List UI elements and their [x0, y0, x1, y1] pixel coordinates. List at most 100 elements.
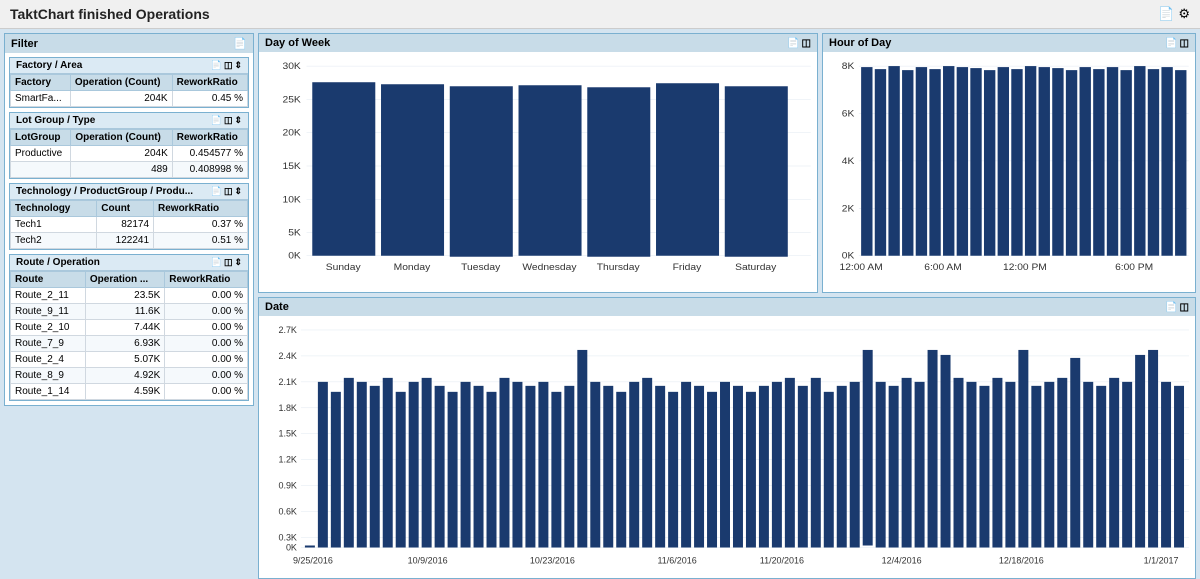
svg-text:6K: 6K [842, 109, 855, 119]
table-row[interactable]: Route_8_9 4.92K 0.00 % [11, 368, 248, 384]
route-ratio-cell: 0.00 % [165, 320, 248, 336]
hod-bar-6 [943, 66, 954, 256]
route-scroll-area[interactable]: Route Operation ... ReworkRatio Route_2_… [10, 271, 248, 400]
factory-area-table: Factory Operation (Count) ReworkRatio Sm… [10, 74, 248, 107]
svg-text:Monday: Monday [394, 262, 431, 272]
route-op-cell: 23.5K [85, 288, 164, 304]
date-bar-66 [1161, 382, 1171, 548]
route-filter-icon[interactable]: ◫ [224, 257, 233, 268]
table-row[interactable]: 489 0.408998 % [11, 162, 248, 178]
table-row[interactable]: Route_7_9 6.93K 0.00 % [11, 336, 248, 352]
date-bar-57 [1044, 382, 1054, 548]
export-icon[interactable]: 📄 [1158, 6, 1174, 22]
day-of-week-panel: Day of Week 📄 ◫ [258, 33, 818, 293]
svg-text:12:00 AM: 12:00 AM [840, 262, 883, 272]
tech-cell: Tech2 [11, 233, 97, 249]
factory-filter-icon[interactable]: ◫ [224, 60, 233, 71]
lot-col-ratio: ReworkRatio [172, 130, 247, 146]
svg-text:Tuesday: Tuesday [461, 262, 500, 272]
table-row[interactable]: Route_2_4 5.07K 0.00 % [11, 352, 248, 368]
svg-text:0.3K: 0.3K [278, 533, 296, 543]
dow-bar-wednesday [519, 85, 582, 255]
date-bar-65 [1148, 350, 1158, 548]
hod-bar-1 [875, 69, 886, 256]
date-export-icon[interactable]: 📄 [1165, 302, 1177, 313]
hod-bar-16 [1080, 67, 1091, 256]
date-bar-46 [902, 378, 912, 548]
date-bar-15 [499, 378, 509, 548]
lot-sort-icon[interactable]: ⇕ [234, 115, 242, 126]
route-sort-icon[interactable]: ⇕ [234, 257, 242, 268]
hod-bar-7 [957, 67, 968, 256]
right-panels: Day of Week 📄 ◫ [258, 33, 1196, 570]
day-of-week-label: Day of Week [265, 37, 330, 49]
tech-filter-icon[interactable]: ◫ [224, 186, 233, 197]
hour-of-day-panel: Hour of Day 📄 ◫ 8K [822, 33, 1196, 293]
route-ratio-cell: 0.00 % [165, 352, 248, 368]
tech-col-tech: Technology [11, 201, 97, 217]
technology-icons: 📄 ◫ ⇕ [211, 186, 242, 197]
settings-icon[interactable]: ⚙ [1178, 6, 1190, 22]
svg-text:10/23/2016: 10/23/2016 [530, 555, 575, 565]
date-bar-6 [383, 378, 393, 548]
factory-area-header: Factory / Area 📄 ◫ ⇕ [10, 58, 248, 74]
lot-col-group: LotGroup [11, 130, 71, 146]
lot-group-icons: 📄 ◫ ⇕ [211, 115, 242, 126]
table-row[interactable]: SmartFa... 204K 0.45 % [11, 91, 248, 107]
route-cell: Route_2_10 [11, 320, 86, 336]
factory-export-icon[interactable]: 📄 [211, 60, 222, 71]
tech-export-icon[interactable]: 📄 [211, 186, 222, 197]
date-header-icons: 📄 ◫ [1165, 302, 1189, 313]
dow-export-icon[interactable]: 📄 [787, 38, 799, 49]
route-op-cell: 11.6K [85, 304, 164, 320]
factory-cell: SmartFa... [11, 91, 71, 107]
date-filter-icon[interactable]: ◫ [1180, 302, 1189, 313]
date-bar-32 [720, 382, 730, 548]
dow-bar-tuesday [450, 86, 513, 256]
svg-text:11/6/2016: 11/6/2016 [657, 555, 696, 565]
date-bar-45 [889, 386, 899, 548]
svg-text:8K: 8K [842, 62, 855, 72]
table-row[interactable]: Route_2_11 23.5K 0.00 % [11, 288, 248, 304]
svg-text:12/18/2016: 12/18/2016 [999, 555, 1044, 565]
date-bar-37 [785, 378, 795, 548]
factory-sort-icon[interactable]: ⇕ [234, 60, 242, 71]
date-bar-63 [1122, 382, 1132, 548]
table-row[interactable]: Route_2_10 7.44K 0.00 % [11, 320, 248, 336]
table-row[interactable]: Route_1_14 4.59K 0.00 % [11, 384, 248, 400]
lot-export-icon[interactable]: 📄 [211, 115, 222, 126]
hod-bar-4 [916, 67, 927, 256]
route-cell: Route_8_9 [11, 368, 86, 384]
hod-export-icon[interactable]: 📄 [1165, 38, 1177, 49]
hod-bar-10 [998, 67, 1009, 256]
table-row[interactable]: Route_9_11 11.6K 0.00 % [11, 304, 248, 320]
route-col-op: Operation ... [85, 272, 164, 288]
date-bar-52 [979, 386, 989, 548]
date-bar-39 [811, 378, 821, 548]
route-export-icon[interactable]: 📄 [211, 257, 222, 268]
filter-export-icon[interactable]: 📄 [233, 37, 247, 50]
hod-bar-12 [1025, 66, 1036, 256]
factory-count-cell: 204K [70, 91, 172, 107]
title-bar-icons: 📄 ⚙ [1158, 6, 1190, 22]
lot-group-table: LotGroup Operation (Count) ReworkRatio P… [10, 129, 248, 178]
lot-filter-icon[interactable]: ◫ [224, 115, 233, 126]
hod-bar-22 [1161, 67, 1172, 256]
hod-filter-icon[interactable]: ◫ [1180, 38, 1189, 49]
table-row[interactable]: Tech2 122241 0.51 % [11, 233, 248, 249]
tech-sort-icon[interactable]: ⇕ [234, 186, 242, 197]
factory-area-label: Factory / Area [16, 60, 82, 71]
svg-text:6:00 AM: 6:00 AM [924, 262, 961, 272]
route-cell: Route_7_9 [11, 336, 86, 352]
dow-filter-icon[interactable]: ◫ [802, 38, 811, 49]
table-row[interactable]: Tech1 82174 0.37 % [11, 217, 248, 233]
svg-text:2.4K: 2.4K [278, 351, 296, 361]
technology-table: Technology Count ReworkRatio Tech1 82174… [10, 200, 248, 249]
date-bar-54 [1005, 382, 1015, 548]
date-bar-59 [1070, 358, 1080, 548]
tech-count-cell: 122241 [97, 233, 154, 249]
table-row[interactable]: Productive 204K 0.454577 % [11, 146, 248, 162]
date-bar-7 [396, 392, 406, 548]
date-bar-4 [357, 382, 367, 548]
day-of-week-svg: 30K 25K 20K 15K 10K 5K 0K [263, 56, 813, 288]
